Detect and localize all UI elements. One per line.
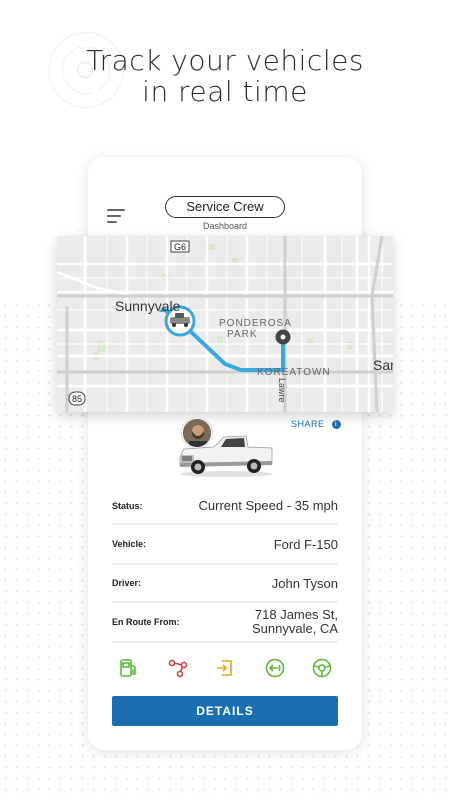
vehicle-info-list: Status: Current Speed - 35 mph Vehicle: … bbox=[112, 488, 338, 643]
info-row-vehicle: Vehicle: Ford F-150 bbox=[112, 525, 338, 565]
en-route-line-2: Sunnyvale, CA bbox=[252, 621, 338, 636]
truck-image bbox=[179, 435, 273, 477]
headline-line-1: Track your vehicles bbox=[86, 44, 364, 77]
park-label-line-2: PARK bbox=[227, 329, 258, 340]
vehicle-label: Vehicle: bbox=[112, 539, 147, 549]
share-label: SHARE bbox=[291, 419, 325, 429]
street-label: Lawre bbox=[277, 378, 287, 403]
en-route-line-1: 718 James St, bbox=[254, 607, 338, 622]
info-row-status: Status: Current Speed - 35 mph bbox=[112, 488, 338, 525]
district-label: KOREATOWN bbox=[257, 367, 331, 378]
status-value: Current Speed - 35 mph bbox=[198, 498, 338, 513]
vehicle-value: Ford F-150 bbox=[273, 536, 338, 552]
fuel-icon[interactable] bbox=[116, 656, 140, 680]
back-left-icon[interactable] bbox=[263, 656, 287, 680]
green-area bbox=[217, 336, 223, 344]
hamburger-menu-icon[interactable] bbox=[107, 209, 125, 223]
status-label: Status: bbox=[112, 500, 143, 511]
highway-g6-label: G6 bbox=[174, 242, 186, 252]
map-graphic: G6 85 Sunnyvale PONDEROSA PARK KOREATOWN… bbox=[57, 236, 393, 412]
info-icon: i bbox=[331, 420, 341, 430]
park-label-line-1: PONDEROSA bbox=[219, 318, 292, 329]
green-area bbox=[307, 338, 313, 344]
info-row-en-route: En Route From: 718 James St, Sunnyvale, … bbox=[112, 603, 338, 643]
route-stops-icon[interactable] bbox=[166, 656, 190, 680]
action-icon-bar bbox=[112, 656, 338, 680]
green-area bbox=[97, 340, 105, 352]
en-route-value: 718 James St, Sunnyvale, CA bbox=[252, 608, 338, 636]
city-label: Sunnyvale bbox=[115, 298, 181, 314]
info-row-driver: Driver: John Tyson bbox=[112, 565, 338, 603]
headline-line-2: in real time bbox=[142, 75, 308, 108]
details-button[interactable]: DETAILS bbox=[112, 696, 338, 726]
headline: Track your vehicles in real time bbox=[0, 45, 450, 107]
share-button[interactable]: SHARE i bbox=[291, 419, 341, 430]
driver-value: John Tyson bbox=[271, 575, 338, 591]
en-route-label: En Route From: bbox=[112, 617, 180, 627]
map-view[interactable]: G6 85 Sunnyvale PONDEROSA PARK KOREATOWN… bbox=[57, 236, 393, 412]
highway-85-label: 85 bbox=[72, 394, 82, 404]
green-area bbox=[347, 341, 353, 349]
service-crew-selector[interactable]: Service Crew bbox=[165, 196, 285, 218]
driver-label: Driver: bbox=[112, 578, 142, 588]
exit-arrow-icon[interactable] bbox=[213, 656, 237, 680]
steering-wheel-icon[interactable] bbox=[310, 656, 334, 680]
dashboard-subtitle: Dashboard bbox=[202, 221, 248, 231]
city-edge-label: San bbox=[373, 357, 393, 373]
